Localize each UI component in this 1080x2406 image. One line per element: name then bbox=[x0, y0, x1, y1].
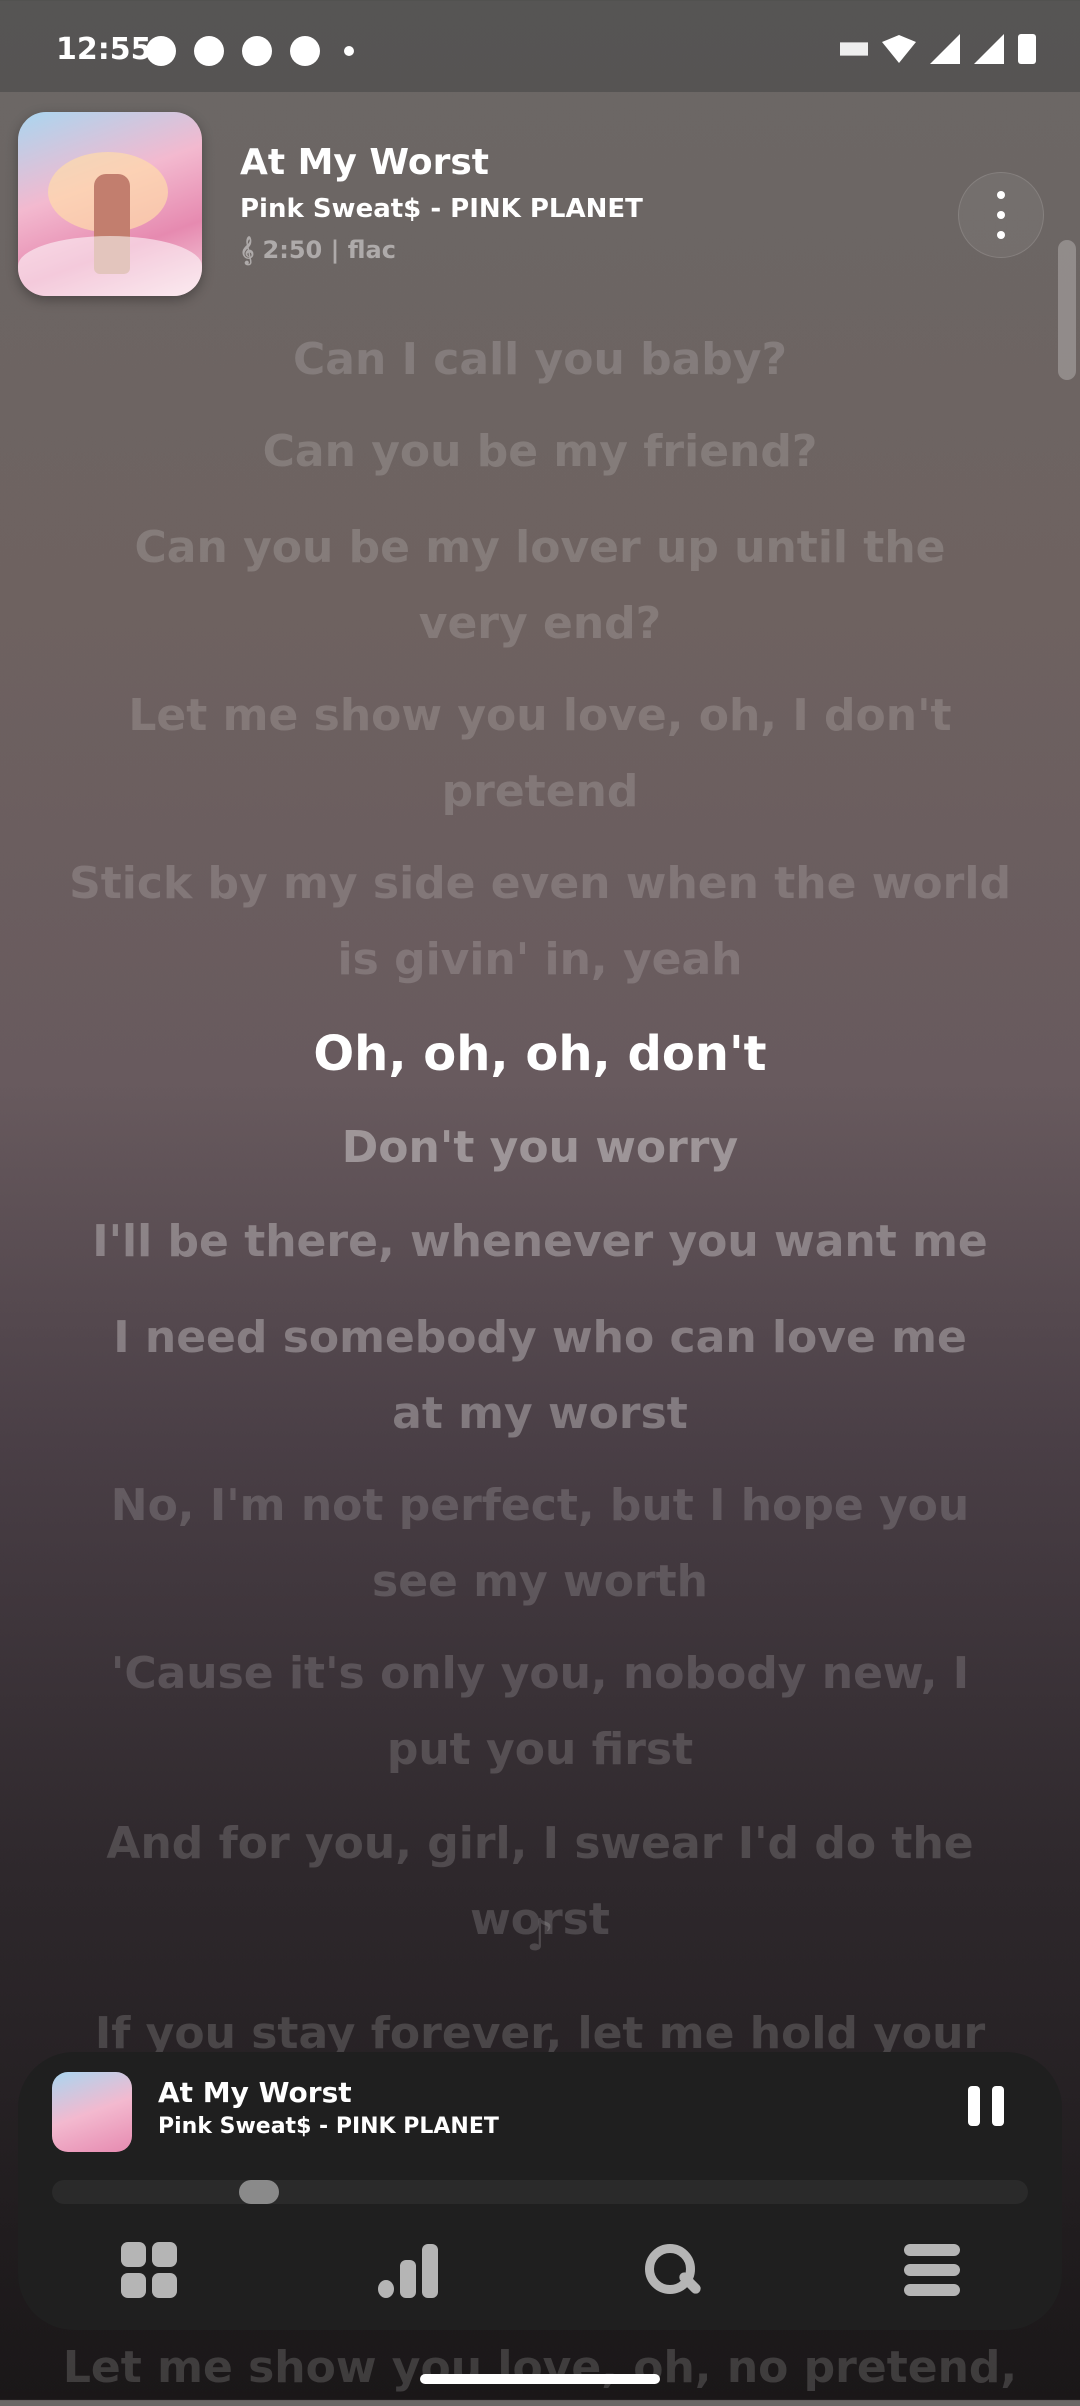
menu-icon bbox=[903, 2244, 960, 2296]
lyric-line[interactable]: Can you be my lover up until the very en… bbox=[60, 510, 1020, 662]
lyric-line[interactable]: Let me show you love, oh, no pretend, bbox=[60, 2330, 1020, 2406]
bottom-nav bbox=[18, 2228, 1062, 2312]
lyric-line[interactable]: I need somebody who can love me at my wo… bbox=[60, 1300, 1020, 1452]
lyric-line[interactable]: Can you be my friend? bbox=[60, 414, 1020, 490]
mini-player-artist-album: Pink Sweat$ - PINK PLANET bbox=[158, 2114, 499, 2139]
mini-player-title: At My Worst bbox=[158, 2076, 352, 2109]
lyric-line[interactable]: Don't you worry bbox=[60, 1110, 1020, 1186]
lyric-line[interactable]: I'll be there, whenever you want me bbox=[60, 1204, 1020, 1280]
nav-menu-button[interactable] bbox=[887, 2235, 977, 2305]
nav-stats-button[interactable] bbox=[365, 2235, 455, 2305]
lyric-line-instrumental[interactable]: ♪ bbox=[60, 1898, 1020, 1974]
mini-player-album-art[interactable] bbox=[52, 2072, 132, 2152]
grid-icon bbox=[120, 2242, 177, 2298]
battery-icon bbox=[1018, 34, 1036, 64]
progress-bar[interactable] bbox=[52, 2180, 1028, 2204]
lyric-line-active[interactable]: Oh, oh, oh, don't bbox=[60, 1016, 1020, 1092]
mini-player[interactable]: At My Worst Pink Sweat$ - PINK PLANET bbox=[18, 2052, 1062, 2330]
bar-chart-icon bbox=[377, 2242, 442, 2298]
lyric-line[interactable]: Let me show you love, oh, I don't preten… bbox=[60, 678, 1020, 830]
lyric-line[interactable]: No, I'm not perfect, but I hope you see … bbox=[60, 1468, 1020, 1620]
lyric-line[interactable]: Can I call you baby? bbox=[60, 322, 1020, 398]
home-indicator[interactable] bbox=[420, 2374, 660, 2384]
search-icon bbox=[643, 2242, 703, 2298]
pause-icon-bar bbox=[992, 2086, 1004, 2126]
lyrics-scrollbar[interactable] bbox=[1058, 240, 1076, 380]
progress-thumb[interactable] bbox=[239, 2180, 279, 2204]
pause-button[interactable] bbox=[968, 2086, 1008, 2126]
nav-library-button[interactable] bbox=[104, 2235, 194, 2305]
nav-search-button[interactable] bbox=[626, 2235, 716, 2305]
lyrics-list[interactable]: Can I call you baby? Can you be my frien… bbox=[60, 0, 1020, 2400]
lyric-line[interactable]: Stick by my side even when the world is … bbox=[60, 846, 1020, 998]
pause-icon bbox=[968, 2086, 980, 2126]
lyric-line[interactable]: 'Cause it's only you, nobody new, I put … bbox=[60, 1636, 1020, 1788]
